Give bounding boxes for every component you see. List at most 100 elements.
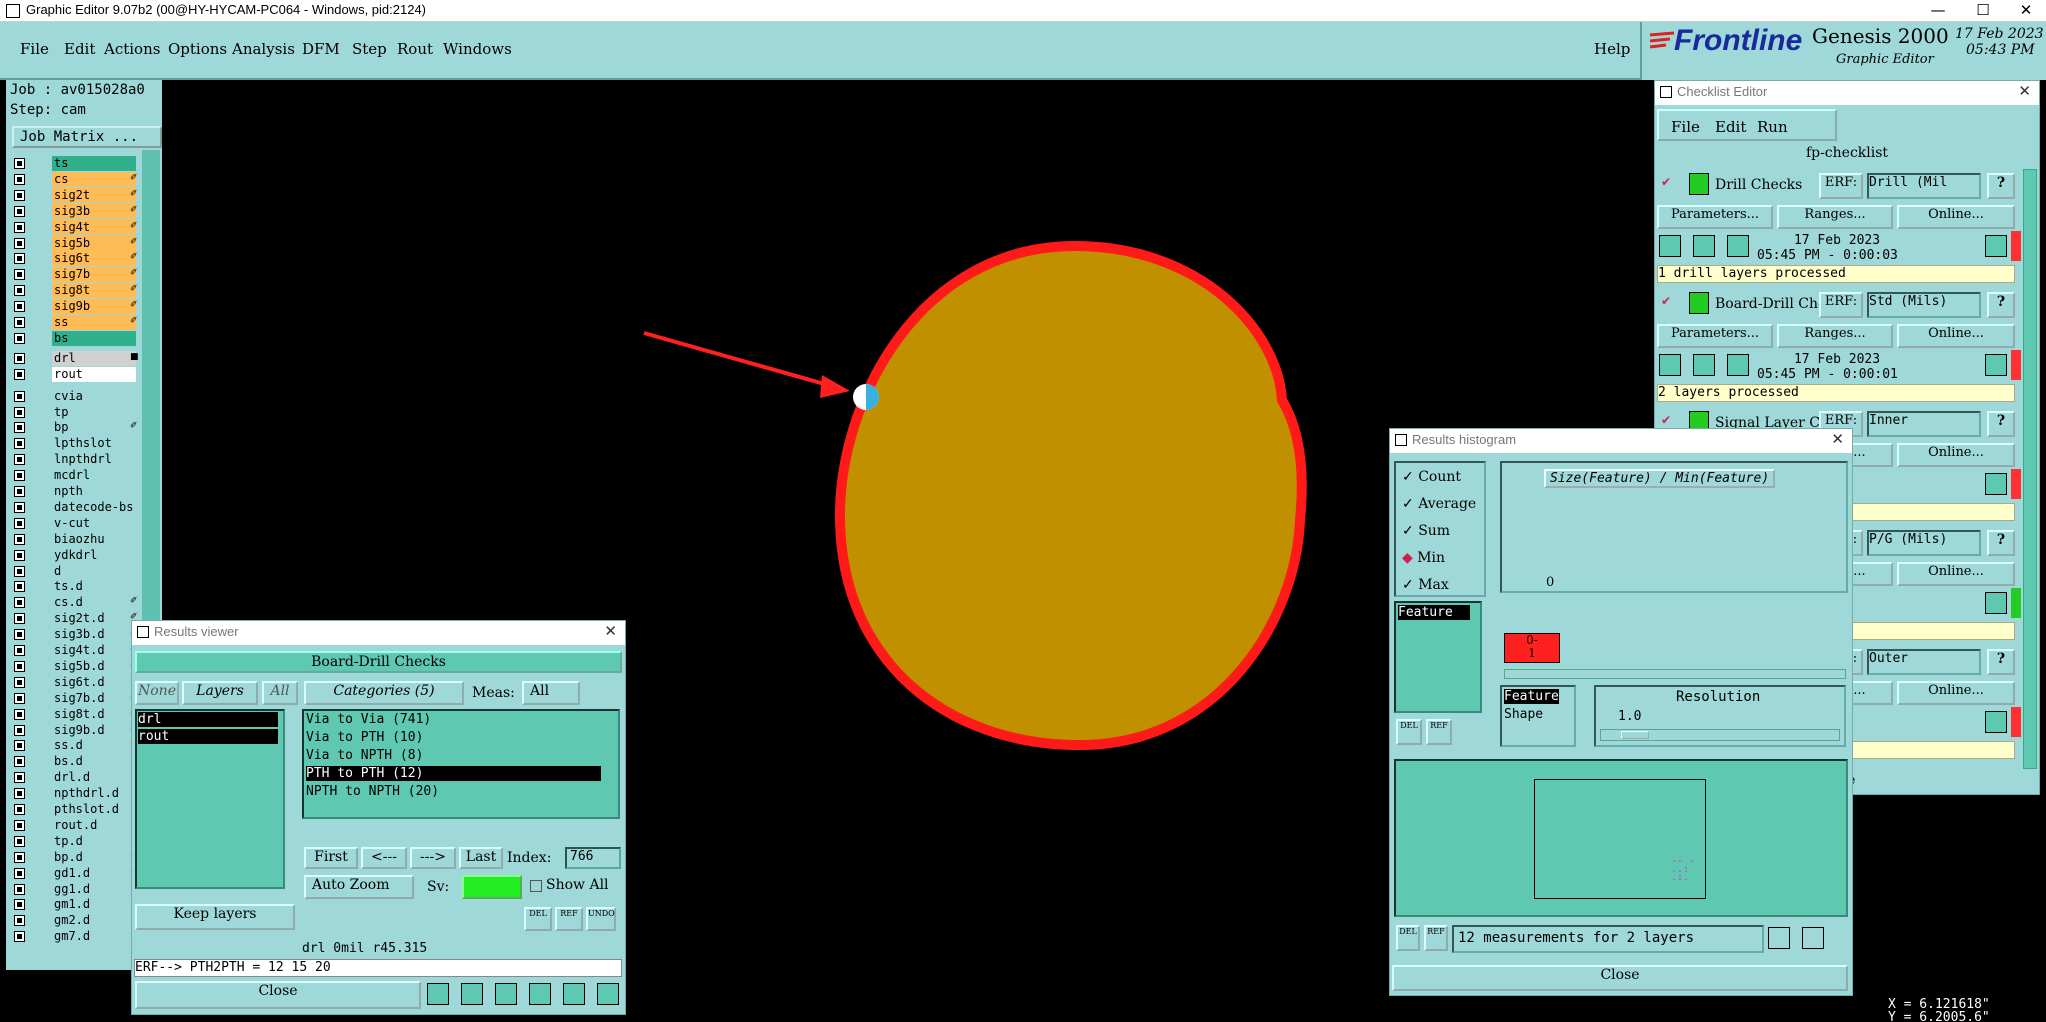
menu-windows[interactable]: Windows: [443, 40, 512, 58]
close-icon[interactable]: ✕: [604, 621, 617, 643]
layer-row[interactable]: drl.d: [12, 770, 136, 786]
ranges-button[interactable]: Ranges...: [1777, 205, 1893, 229]
layer-name[interactable]: gm1.d: [52, 897, 136, 913]
layer-row[interactable]: sig3b.d✐: [12, 627, 138, 643]
layer-checkbox[interactable]: [14, 724, 25, 736]
undo-button[interactable]: UNDO: [586, 907, 616, 931]
check-help-button[interactable]: ?: [1987, 411, 2015, 437]
layer-name[interactable]: sig7b.d: [52, 690, 136, 706]
layer-row[interactable]: sig2t ✐: [12, 187, 138, 203]
layer-name[interactable]: datecode-bs: [52, 499, 136, 515]
layer-row[interactable]: sig8t.d✐: [12, 706, 138, 722]
layer-row[interactable]: npth: [12, 484, 136, 499]
erf-button[interactable]: ERF:: [1819, 292, 1863, 318]
layer-checkbox[interactable]: [14, 613, 25, 625]
layer-name[interactable]: sig3b: [52, 203, 136, 219]
option-count[interactable]: ✓ Count: [1402, 469, 1461, 485]
layer-checkbox[interactable]: [14, 205, 25, 217]
option-max[interactable]: ✓ Max: [1402, 577, 1449, 593]
report-icon[interactable]: [427, 983, 449, 1005]
layer-name[interactable]: sig9b.d: [52, 722, 136, 738]
layer-checkbox[interactable]: [14, 189, 25, 201]
category-item[interactable]: Via to PTH (10): [306, 730, 423, 745]
layer-checkbox[interactable]: [14, 501, 25, 513]
layer-name[interactable]: gd1.d: [52, 865, 136, 881]
layer-row[interactable]: sig6t ✐: [12, 251, 138, 267]
erf-button[interactable]: ERF:: [1819, 173, 1863, 199]
layer-row[interactable]: ss.d✐: [12, 738, 138, 754]
zoom-fit-icon[interactable]: [1802, 927, 1824, 949]
layer-checkbox[interactable]: [14, 454, 25, 466]
layer-name[interactable]: gm2.d: [52, 913, 136, 929]
check-enabled-icon[interactable]: ✔: [1661, 175, 1671, 189]
layer-row[interactable]: cvia: [12, 388, 136, 404]
menu-step[interactable]: Step: [352, 40, 387, 58]
prev-button[interactable]: <---: [361, 847, 407, 869]
category-item[interactable]: Via to Via (741): [306, 712, 431, 727]
job-matrix-button[interactable]: Job Matrix ...: [12, 126, 162, 148]
layer-row[interactable]: sig7b.d✐: [12, 690, 138, 706]
layer-row[interactable]: ts.d: [12, 579, 136, 595]
layer-row[interactable]: rout.d: [12, 817, 136, 833]
layer-checkbox[interactable]: [14, 883, 25, 895]
layer-row[interactable]: bs.d: [12, 754, 136, 770]
layer-row[interactable]: pthslot.d: [12, 802, 136, 817]
parameters-button[interactable]: Parameters...: [1657, 205, 1773, 229]
erf-value[interactable]: Std (Mils): [1867, 292, 1981, 318]
run-all-icon[interactable]: [1727, 354, 1749, 376]
erf-value[interactable]: Inner: [1867, 411, 1981, 437]
layer-checkbox[interactable]: [14, 486, 25, 497]
layer-name[interactable]: sig6t: [52, 251, 136, 267]
checklist-menu-edit[interactable]: Edit: [1715, 118, 1746, 136]
layer-row[interactable]: gm2.d: [12, 913, 136, 929]
layer-name[interactable]: sig3b.d: [52, 627, 136, 643]
check-help-button[interactable]: ?: [1987, 173, 2015, 199]
layer-checkbox[interactable]: [14, 597, 25, 609]
menu-help[interactable]: Help: [1594, 40, 1630, 58]
layer-name[interactable]: ss: [52, 315, 136, 330]
layer-name[interactable]: bs: [52, 330, 136, 346]
layer-checkbox[interactable]: [14, 438, 25, 450]
menu-actions[interactable]: Actions: [104, 40, 160, 58]
layer-checkbox[interactable]: [14, 368, 25, 380]
index-input[interactable]: 766: [565, 847, 621, 869]
check-name[interactable]: Board-Drill Che: [1715, 296, 1825, 312]
layer-name[interactable]: sig9b: [52, 299, 136, 315]
layer-name[interactable]: bp.d: [52, 849, 136, 865]
parameters-button[interactable]: Parameters...: [1657, 324, 1773, 348]
layer-name[interactable]: gm7.d: [52, 929, 136, 945]
layer-checkbox[interactable]: [14, 740, 25, 752]
layer-name[interactable]: lpthslot: [52, 436, 136, 452]
del-button[interactable]: DEL: [524, 907, 552, 931]
meas-dropdown[interactable]: All: [522, 681, 580, 705]
histogram-hscroll[interactable]: [1504, 669, 1846, 679]
maximize-button[interactable]: ☐: [1963, 0, 2003, 22]
online-button[interactable]: Online...: [1897, 562, 2015, 586]
layer-name[interactable]: bp: [52, 420, 136, 436]
layer-name[interactable]: v-cut: [52, 515, 136, 531]
layer-checkbox[interactable]: [14, 804, 25, 815]
online-button[interactable]: Online...: [1897, 681, 2015, 705]
layer-name[interactable]: sig2t.d: [52, 611, 136, 627]
first-button[interactable]: First: [304, 847, 358, 869]
layer-checkbox[interactable]: [14, 517, 25, 529]
hist-del-button[interactable]: DEL: [1396, 719, 1422, 745]
run-icon[interactable]: [1659, 235, 1681, 257]
layer-checkbox[interactable]: [14, 692, 25, 704]
online-button[interactable]: Online...: [1897, 205, 2015, 229]
preview-ref-button[interactable]: REF: [1424, 925, 1448, 951]
counter-icon[interactable]: [529, 983, 551, 1005]
menu-rout[interactable]: Rout: [397, 40, 433, 58]
layer-name[interactable]: cs: [52, 171, 136, 187]
option-sum[interactable]: ✓ Sum: [1402, 523, 1450, 539]
layer-row[interactable]: sig3b ✐: [12, 203, 138, 219]
layer-name[interactable]: drl: [52, 350, 136, 366]
layer-name[interactable]: cvia: [52, 388, 136, 404]
layer-name[interactable]: rout.d: [52, 817, 136, 833]
menu-dfm[interactable]: DFM: [302, 40, 340, 58]
layer-checkbox[interactable]: [14, 173, 25, 185]
layer-row[interactable]: sig4t ✐: [12, 219, 138, 235]
erf-value[interactable]: Drill (Mil: [1867, 173, 1981, 199]
layer-checkbox[interactable]: [14, 237, 25, 249]
online-button[interactable]: Online...: [1897, 443, 2015, 467]
